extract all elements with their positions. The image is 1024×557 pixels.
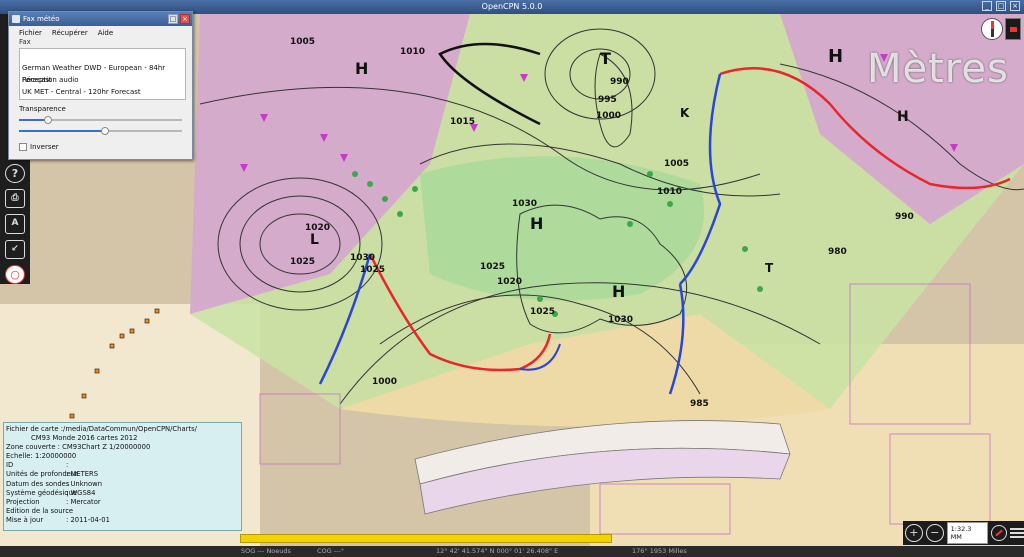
svg-text:T: T	[600, 49, 611, 68]
isobar-label: 1015	[450, 117, 475, 127]
svg-text:K: K	[680, 106, 690, 120]
chart-info-panel: Fichier de carte :/media/DataCommun/Open…	[3, 422, 242, 531]
invert-checkbox-row[interactable]: Inverser	[9, 135, 192, 151]
print-button[interactable]: ⎙	[5, 189, 25, 209]
isobar-label: 1025	[530, 307, 555, 317]
invert-checkbox[interactable]	[19, 143, 27, 151]
fax-app-icon	[12, 15, 20, 23]
compass-rose-icon[interactable]	[981, 18, 1003, 40]
isobar-label: 980	[828, 247, 847, 257]
compass-needle	[991, 21, 994, 37]
isobar-label: 1020	[497, 277, 522, 287]
weather-fax-dialog: Fax météo □ × Fichier Récupérer Aide Fax…	[8, 11, 193, 160]
zoom-controls: + − 1:32.3 MM	[903, 521, 1024, 545]
isobar-label: 985	[690, 399, 709, 409]
gps-status-icon	[1005, 18, 1021, 40]
zoom-out-icon[interactable]: −	[925, 524, 944, 542]
status-position: 12° 42' 41.574" N 000° 01' 26.408" E	[436, 547, 559, 555]
fax-restore-icon[interactable]: □	[168, 14, 178, 24]
info-row: Système géodésique: WGS84	[6, 488, 96, 497]
depth-units-overlay: Mètres	[867, 46, 1009, 92]
svg-text:H: H	[530, 214, 543, 233]
svg-text:H: H	[897, 109, 909, 125]
invert-label: Inverser	[30, 143, 59, 151]
info-row: Edition de la source:	[6, 506, 74, 515]
fax-dialog-controls: □ ×	[168, 14, 190, 24]
status-sog: SOG --- Noeuds	[241, 547, 291, 555]
isobar-label: 1025	[480, 262, 505, 272]
isobar-label: 1010	[657, 187, 682, 197]
fax-area-central	[420, 156, 704, 301]
fax-section-label: Fax	[19, 38, 31, 46]
info-row: Zone couverte : CM93Chart Z 1/20000000	[6, 443, 151, 452]
window-controls: _ □ ×	[982, 1, 1020, 11]
fax-list[interactable]: German Weather DWD - European - 84hr For…	[19, 48, 186, 100]
info-row: ID:	[6, 461, 69, 470]
slider-fill	[19, 130, 106, 132]
zoom-in-icon[interactable]: +	[905, 524, 923, 542]
info-row: Mise à jour: 2011-04-01	[6, 515, 110, 524]
help-button[interactable]: ?	[5, 164, 25, 184]
isobar-label: 1020	[305, 223, 330, 233]
info-row: Datum des sondes: Unknown	[6, 479, 103, 488]
status-cog: COG ---°	[317, 547, 345, 555]
isobar-label: 1025	[290, 257, 315, 267]
isobar-label: 1005	[290, 37, 315, 47]
maximize-icon[interactable]: □	[996, 1, 1006, 11]
isobar-label: 1030	[608, 315, 633, 325]
svg-text:T: T	[765, 261, 774, 275]
isobar-label: 1025	[360, 265, 385, 275]
isobar-label: 990	[610, 77, 629, 87]
svg-text:H: H	[612, 282, 625, 301]
opencpn-window: OpenCPN 5.0.0 _ □ × L H T H H H H T K 10…	[0, 0, 1024, 557]
fax-list-item[interactable]: German Weather DWD - European - 84hr For…	[22, 62, 183, 84]
status-bearing-distance: 176° 1953 Milles	[632, 547, 687, 555]
fax-list-item[interactable]: UK MET - Central - 120hr Forecast	[22, 86, 183, 98]
mob-button[interactable]: ○	[5, 264, 25, 285]
isobar-label: 1000	[372, 377, 397, 387]
svg-text:H: H	[828, 46, 843, 67]
transparency-label: Transparence	[19, 105, 66, 113]
menu-recuperer[interactable]: Récupérer	[52, 29, 88, 37]
tide-button[interactable]: ↙	[5, 239, 25, 259]
fax-dialog-titlebar[interactable]: Fax météo □ ×	[9, 12, 192, 26]
fax-close-icon[interactable]: ×	[180, 14, 190, 24]
menu-fichier[interactable]: Fichier	[19, 29, 42, 37]
isobar-label: 990	[895, 212, 914, 222]
fax-menubar: Fichier Récupérer Aide	[9, 26, 192, 37]
ais-button[interactable]: A	[5, 214, 25, 234]
info-row: Projection: Mercator	[6, 497, 101, 506]
isobar-label: 1005	[664, 159, 689, 169]
info-row: Unités de profondeur: METERS	[6, 470, 99, 479]
whitetransparency-slider[interactable]	[19, 127, 182, 135]
status-bar: SOG --- Noeuds COG ---° 12° 42' 41.574" …	[0, 546, 1024, 557]
info-row: Fichier de carte :/media/DataCommun/Open…	[6, 425, 197, 433]
fax-dialog-title: Fax météo	[23, 15, 60, 23]
close-icon[interactable]: ×	[1010, 1, 1020, 11]
menu-aide[interactable]: Aide	[98, 29, 113, 37]
isobar-label: 1010	[400, 47, 425, 57]
slider-thumb[interactable]	[44, 116, 53, 124]
isobar-label: 995	[598, 95, 617, 105]
fax-list-item[interactable]: Réception audio	[22, 74, 183, 86]
info-row: CM93 Monde 2016 cartes 2012	[31, 434, 138, 443]
isobar-label: 1030	[350, 253, 375, 263]
hamburger-menu-icon[interactable]	[1010, 528, 1024, 538]
svg-text:H: H	[355, 59, 368, 78]
ship-course-icon[interactable]	[991, 525, 1008, 541]
scale-readout: 1:32.3 MM	[946, 522, 989, 544]
slider-thumb[interactable]	[101, 127, 110, 135]
info-row: Echelle: 1:20000000	[6, 452, 77, 461]
chart-bar[interactable]	[240, 534, 612, 543]
transparency-slider[interactable]	[19, 116, 182, 124]
isobar-label: 1000	[596, 111, 621, 121]
isobar-label: 1030	[512, 199, 537, 209]
minimize-icon[interactable]: _	[982, 1, 992, 11]
svg-text:L: L	[310, 232, 319, 248]
